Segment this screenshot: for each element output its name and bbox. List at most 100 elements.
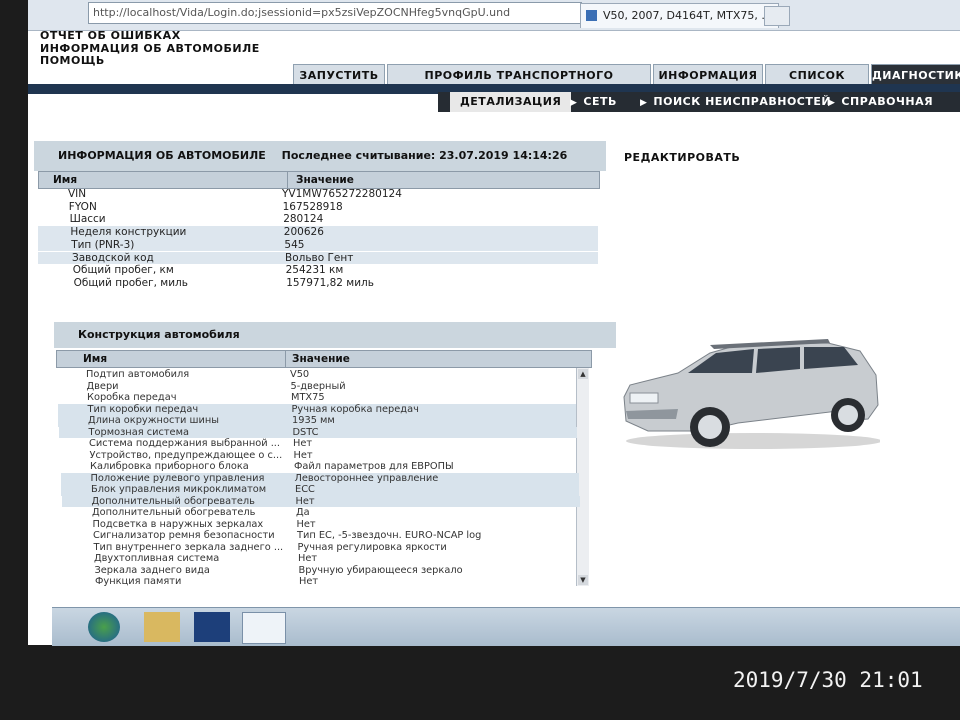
row-value: Нет	[296, 518, 316, 530]
table-row: Тормозная система DSTC	[58, 426, 577, 439]
address-bar[interactable]: http://localhost/Vida/Login.do;jsessioni…	[88, 2, 582, 24]
construction-column-header: Имя Значение	[56, 350, 592, 368]
construction-header: Конструкция автомобиля	[54, 322, 616, 348]
row-value: 167528918	[282, 200, 343, 213]
row-name: Общий пробег, миль	[73, 276, 188, 289]
subtab-network[interactable]: ▶ СЕТЬ	[570, 92, 617, 112]
table-row: Тип внутреннего зеркала заднего ... Ручна…	[64, 542, 582, 554]
row-value: Тип ЕС, -5-звездочн. EURO-NCAP log	[297, 530, 482, 541]
row-value: Да	[296, 507, 310, 518]
table-row: Положение рулевого управления Левосторонн…	[60, 472, 579, 485]
table-row: Калибровка приборного блока Файл параметр…	[60, 461, 578, 473]
row-value: 280124	[283, 213, 324, 226]
table-row: Шасси 280124	[38, 213, 598, 226]
table-row: Тип коробки передач Ручная коробка переда…	[57, 403, 576, 416]
table-row: Дополнительный обогреватель Да	[62, 507, 580, 519]
row-name: Зеркала заднего вида	[94, 564, 210, 576]
row-name: Общий пробег, км	[72, 264, 174, 277]
table-row: Длина окружности шины 1935 мм	[58, 415, 576, 427]
row-value: 5-дверный	[290, 380, 346, 392]
subtab-details[interactable]: ДЕТАЛИЗАЦИЯ	[450, 92, 572, 112]
start-button[interactable]	[88, 612, 120, 642]
row-name: Дополнительный обогреватель	[91, 495, 255, 507]
row-value: Нет	[293, 449, 313, 461]
page-favicon-icon	[586, 10, 597, 21]
internet-explorer-icon[interactable]	[242, 612, 286, 644]
row-name: Шасси	[69, 213, 106, 226]
arrow-right-icon: ▶	[828, 98, 836, 108]
row-value: V50	[290, 369, 310, 380]
url-text: http://localhost/Vida/Login.do;jsessioni…	[93, 6, 511, 19]
row-name: Подтип автомобиля	[86, 369, 190, 380]
row-name: VIN	[68, 188, 87, 200]
menu-item-help[interactable]: ПОМОЩЬ	[40, 54, 260, 68]
photo-timestamp: 2019/7/30 21:01	[733, 668, 923, 692]
row-value: Файл параметров для ЕВРОПЫ	[294, 461, 454, 472]
tab-title: V50, 2007, D4164T, MTX75, ...	[603, 9, 772, 22]
row-value: 545	[284, 238, 305, 251]
arrow-right-icon: ▶	[640, 98, 648, 108]
table-row: FYON 167528918	[38, 201, 598, 214]
table-row: Подсветка в наружных зеркалах Нет	[63, 519, 581, 531]
table-row: Сигнализатор ремня безопасности Тип ЕС, -…	[63, 530, 581, 542]
row-value: 1935 мм	[292, 415, 335, 426]
subtab-reference[interactable]: ▶ СПРАВОЧНАЯ ИНФОРМ	[828, 92, 960, 129]
monitor-screen: http://localhost/Vida/Login.do;jsessioni…	[28, 0, 960, 645]
row-value: YV1MW765272280124	[282, 188, 402, 200]
row-value: 254231 км	[285, 264, 344, 277]
row-name: Дополнительный обогреватель	[92, 507, 256, 518]
row-value: Ручная регулировка яркости	[297, 541, 447, 553]
table-row: VIN YV1MW765272280124	[38, 188, 598, 201]
row-value: Нет	[299, 576, 319, 587]
folder-icon[interactable]	[144, 612, 180, 642]
table-row: Заводской код Вольво Гент	[38, 251, 598, 265]
row-name: FYON	[68, 200, 97, 213]
column-value: Значение	[285, 351, 350, 367]
table-row: Блок управления микроклиматом ECC	[61, 484, 579, 496]
table-row: Общий пробег, миль 157971,82 миль	[38, 277, 598, 290]
row-value: Нет	[298, 553, 318, 564]
table-row: Неделя конструкции 200626	[38, 226, 598, 239]
row-name: Система поддержания выбранной ...	[89, 438, 281, 449]
row-value: Ручная коробка передач	[291, 403, 419, 415]
table-row: Тип (PNR-3) 545	[38, 238, 598, 252]
row-name: Калибровка приборного блока	[90, 461, 249, 472]
column-value: Значение	[287, 172, 354, 188]
table-row: Подтип автомобиля V50	[56, 369, 574, 381]
browser-tab[interactable]: V50, 2007, D4164T, MTX75, ... ✕	[580, 3, 779, 28]
table-row: Функция памяти Нет	[65, 576, 583, 588]
subtab-fault-tracing[interactable]: ▶ ПОИСК НЕИСПРАВНОСТЕЙ	[640, 92, 831, 112]
row-name: Устройство, предупреждающее о с...	[89, 449, 283, 461]
table-row: Зеркала заднего вида Вручную убирающееся …	[65, 565, 583, 577]
row-value: Вручную убирающееся зеркало	[298, 564, 463, 576]
table-row: Двери 5-дверный	[57, 381, 575, 393]
row-value: Левостороннее управление	[294, 472, 439, 484]
edit-button[interactable]: РЕДАКТИРОВАТЬ	[624, 151, 740, 164]
row-name: Тип коробки передач	[87, 403, 199, 415]
table-row: Общий пробег, км 254231 км	[38, 264, 598, 277]
row-value: Вольво Гент	[285, 251, 354, 264]
row-name: Длина окружности шины	[88, 415, 220, 426]
scroll-up-icon[interactable]: ▲	[578, 369, 588, 379]
row-name: Тормозная система	[88, 426, 189, 438]
construction-title: Конструкция автомобиля	[78, 328, 240, 341]
vida-app-icon[interactable]	[194, 612, 230, 642]
row-value: 157971,82 миль	[286, 276, 374, 289]
browser-toolbar: http://localhost/Vida/Login.do;jsessioni…	[28, 0, 960, 31]
top-menu: ОТЧЕТ ОБ ОШИБКАХ ИНФОРМАЦИЯ ОБ АВТОМОБИЛ…	[40, 29, 260, 68]
row-name: Сигнализатор ремня безопасности	[93, 530, 275, 541]
menu-item-error-report[interactable]: ОТЧЕТ ОБ ОШИБКАХ	[40, 29, 260, 43]
vehicle-info-header: ИНФОРМАЦИЯ ОБ АВТОМОБИЛЕ Последнее считы…	[34, 141, 606, 171]
vehicle-info-title: ИНФОРМАЦИЯ ОБ АВТОМОБИЛЕ	[58, 149, 266, 162]
new-tab-button[interactable]	[764, 6, 790, 26]
table-row: Дополнительный обогреватель Нет	[61, 495, 580, 508]
row-name: Тип (PNR-3)	[71, 238, 135, 251]
arrow-right-icon: ▶	[570, 98, 578, 108]
table-row: Коробка передач MTX75	[57, 392, 575, 404]
row-name: Положение рулевого управления	[90, 472, 265, 484]
table-row: Двухтопливная система Нет	[64, 553, 582, 565]
row-name: Неделя конструкции	[70, 226, 187, 239]
table-row: Система поддержания выбранной ... Нет	[59, 438, 577, 450]
row-name: Подсветка в наружных зеркалах	[92, 518, 264, 530]
row-name: Заводской код	[72, 251, 154, 264]
